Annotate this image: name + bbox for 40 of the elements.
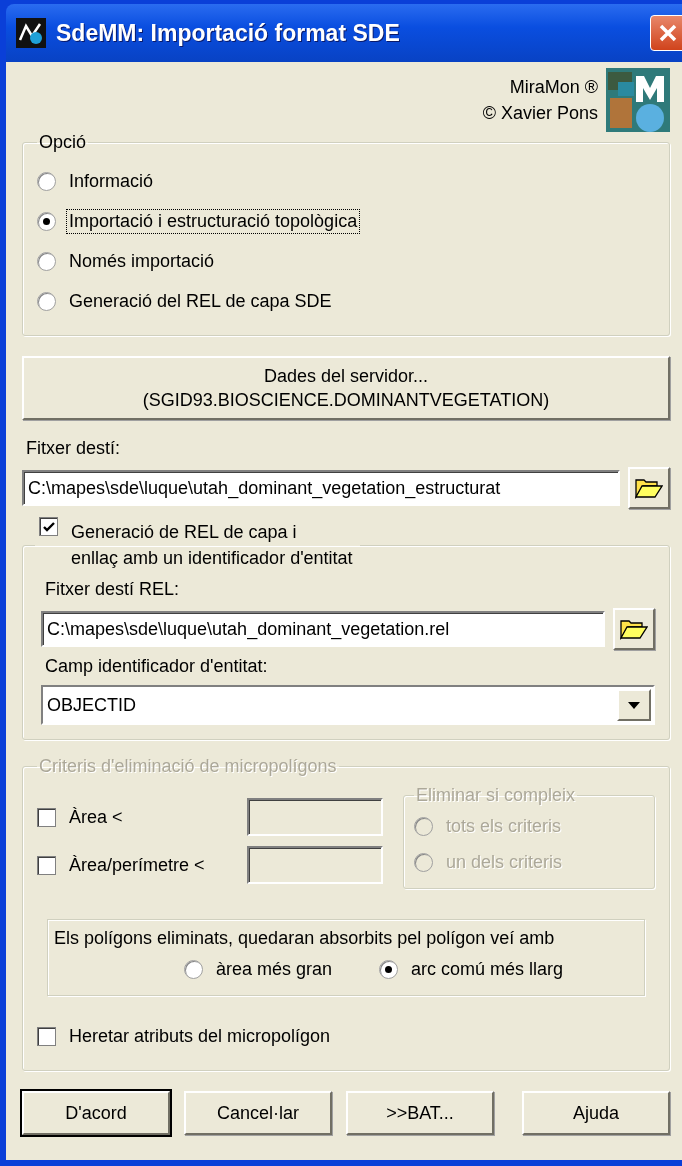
- dropdown-button[interactable]: [617, 689, 651, 721]
- browse-button[interactable]: [613, 608, 655, 650]
- radio-button[interactable]: [37, 211, 56, 231]
- radio-button[interactable]: [37, 251, 56, 271]
- option-label[interactable]: Generació del REL de capa SDE: [66, 288, 335, 314]
- radio-button[interactable]: [37, 171, 56, 191]
- close-icon: [658, 23, 678, 43]
- dialog-button[interactable]: Cancel·lar: [184, 1091, 332, 1135]
- check-icon: [42, 520, 55, 533]
- dialog-button[interactable]: >>BAT...: [346, 1091, 494, 1135]
- group-label: Criteris d'eliminació de micropolígons: [38, 756, 338, 777]
- folder-icon: [620, 618, 648, 640]
- window-title: SdeMM: Importació format SDE: [56, 19, 401, 47]
- field-label: Fitxer destí:: [26, 438, 122, 459]
- entity-field-dropdown[interactable]: OBJECTID: [41, 685, 655, 725]
- caret-icon: [628, 701, 640, 709]
- server-data-button[interactable]: Dades del servidor... (SGID93.BIOSCIENCE.DOMINANTVEGETATION): [22, 356, 670, 420]
- output-file-field[interactable]: C:\mapes\sde\luque\utah_dominant_vegetation_estructurat: [22, 470, 620, 506]
- option-label[interactable]: Importació i estructuració topològica: [66, 208, 361, 234]
- rel-file-field[interactable]: C:\mapes\sde\luque\utah_dominant_vegetation.rel: [41, 611, 605, 647]
- group-label: Eliminar si compleix: [415, 785, 577, 806]
- dialog-button[interactable]: Ajuda: [522, 1091, 670, 1135]
- copyright-text: MiraMon ® © Xavier Pons: [482, 76, 598, 125]
- radio-button[interactable]: [37, 291, 56, 311]
- criterion-field[interactable]: [247, 846, 383, 884]
- logo-icon: [606, 68, 670, 132]
- option-label[interactable]: Només importació: [66, 248, 218, 274]
- criterion-field[interactable]: [247, 798, 383, 836]
- app-icon: [16, 18, 46, 48]
- option-label[interactable]: Informació: [66, 168, 157, 194]
- group-label: Opció: [38, 132, 88, 153]
- checkbox[interactable]: [39, 517, 58, 536]
- folder-icon: [635, 477, 663, 499]
- close-button[interactable]: [650, 15, 682, 51]
- field-label: Camp identificador d'entitat:: [45, 656, 269, 677]
- checkbox-label[interactable]: Generació de REL de capa i enllaç amb un identificador d'entitat: [68, 517, 356, 573]
- field-label: Fitxer destí REL:: [45, 579, 181, 600]
- browse-button[interactable]: [628, 467, 670, 509]
- dialog-button[interactable]: D'acord: [22, 1091, 170, 1135]
- absorb-text: Els polígons eliminats, quedaran absorbits pel polígon veí amb: [54, 928, 556, 949]
